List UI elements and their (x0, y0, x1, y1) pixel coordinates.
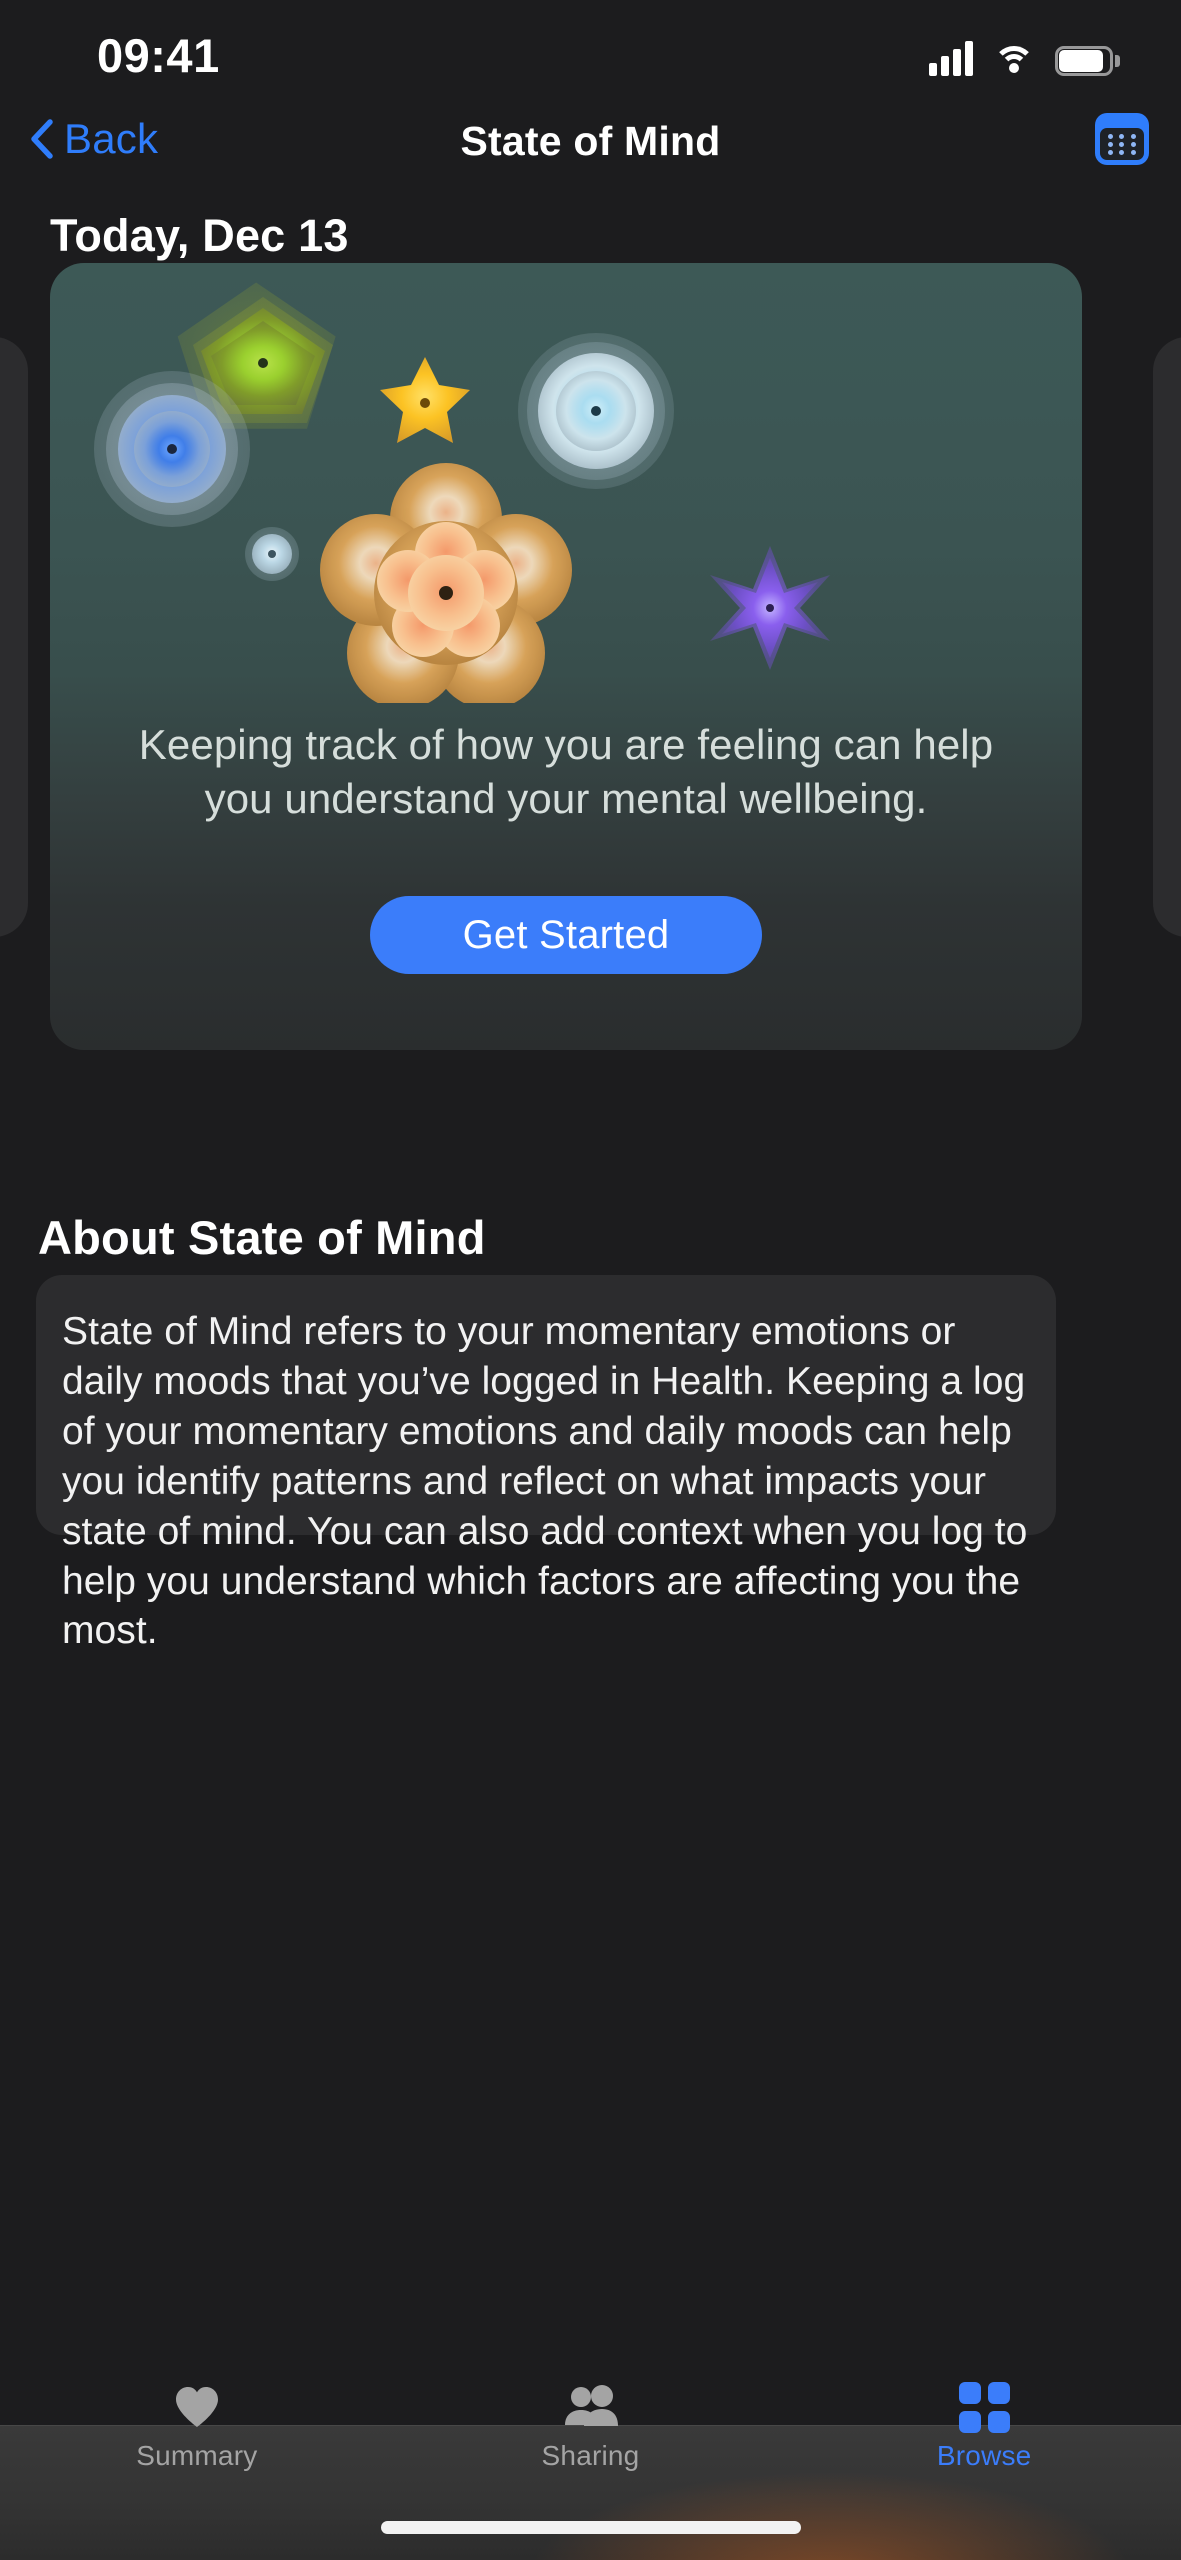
heart-icon (173, 2383, 221, 2431)
shape-yellow-star (380, 357, 470, 443)
shape-purple-star (710, 546, 830, 670)
home-indicator (380, 2521, 801, 2534)
shape-blue-flower (94, 371, 250, 527)
shape-small-blue-circle (245, 527, 299, 581)
shape-light-blue-circle (518, 333, 674, 489)
carousel-peek-card-right[interactable] (1153, 337, 1181, 937)
about-section-title: About State of Mind (38, 1211, 486, 1264)
tab-browse-label: Browse (936, 2440, 1032, 2471)
get-started-button[interactable]: Get Started (370, 896, 762, 974)
calendar-grid-icon[interactable] (1095, 113, 1149, 165)
tab-sharing[interactable]: Sharing (394, 2383, 788, 2493)
grid-icon (958, 2381, 1010, 2433)
wifi-icon (993, 44, 1035, 76)
page-title: State of Mind (460, 118, 721, 164)
tab-browse[interactable]: Browse (787, 2381, 1181, 2493)
cellular-bars-icon (929, 40, 973, 76)
about-section-card: State of Mind refers to your momentary e… (36, 1275, 1056, 1652)
carousel-peek-card-left[interactable] (0, 337, 28, 937)
tab-sharing-label: Sharing (541, 2440, 640, 2471)
navigation-bar: Back State of Mind (0, 110, 1181, 185)
scroll-content: Today, Dec 13 Keeping track of how you a… (0, 185, 1181, 2425)
hero-description: Keeping track of how you are feeling can… (138, 721, 994, 822)
iphone-screen: 09:41 Back State of Mind Today, Dec 13 K… (0, 0, 1181, 2560)
state-of-mind-shapes-illustration (94, 282, 830, 703)
date-header: Today, Dec 13 (50, 210, 349, 261)
tab-bar: Summary Sharing Browse (0, 2381, 1181, 2560)
status-bar-time: 09:41 (97, 29, 220, 82)
tab-summary[interactable]: Summary (0, 2383, 394, 2493)
tab-summary-label: Summary (136, 2440, 258, 2471)
status-bar: 09:41 (0, 0, 1181, 110)
about-section-body: State of Mind refers to your momentary e… (62, 1310, 1028, 1653)
status-bar-icons (929, 34, 1120, 76)
people-icon (562, 2383, 620, 2431)
battery-icon (1055, 46, 1120, 76)
state-of-mind-hero-card[interactable]: Keeping track of how you are feeling can… (50, 263, 1082, 1050)
shape-orange-flower (320, 463, 572, 703)
